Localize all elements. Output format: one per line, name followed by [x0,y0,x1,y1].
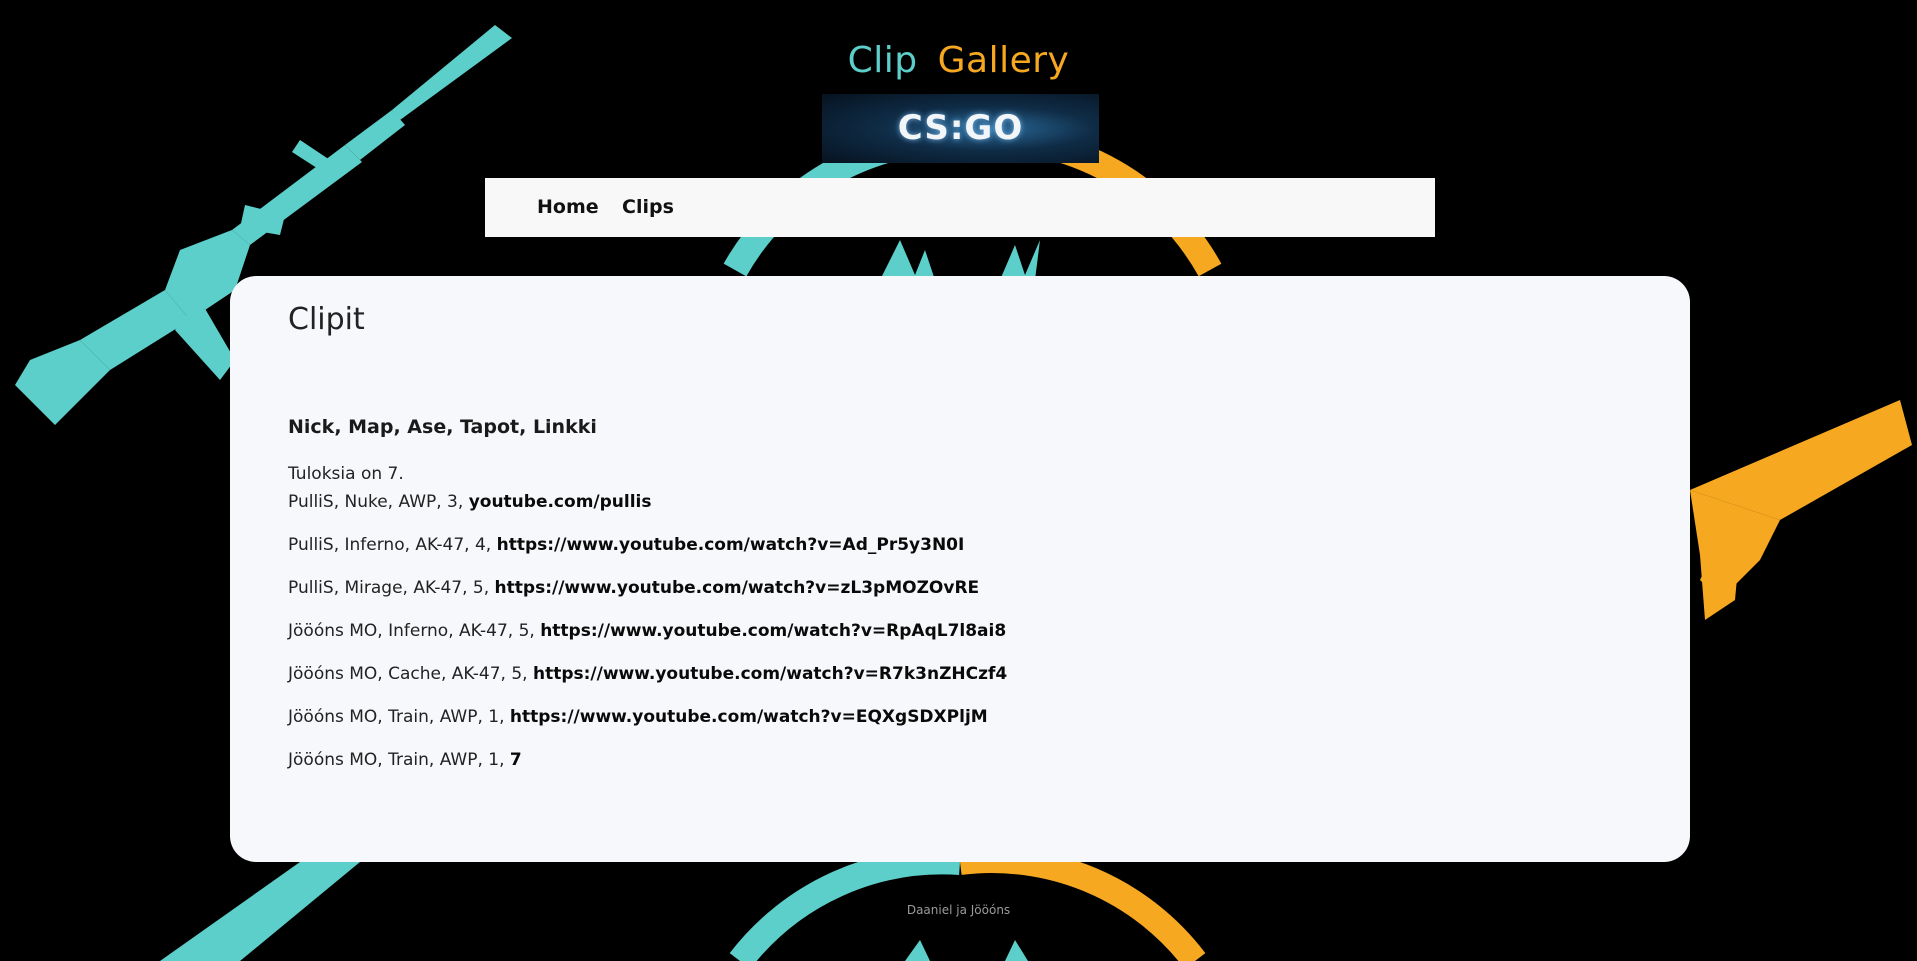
list-item: Jööóns MO, Inferno, AK-47, 5, https://ww… [288,617,1007,660]
list-item: PulliS, Mirage, AK-47, 5, https://www.yo… [288,574,1007,617]
site-title-gallery: Gallery [937,40,1070,81]
columns-heading: Nick, Map, Ase, Tapot, Linkki [288,416,597,438]
clip-details: Jööóns MO, Inferno, AK-47, 5, [288,621,541,641]
clip-details: Jööóns MO, Train, AWP, 1, [288,750,510,770]
clip-link[interactable]: https://www.youtube.com/watch?v=EQXgSDXP… [510,707,988,727]
nav-clips-link[interactable]: Clips [622,178,674,237]
clip-link[interactable]: youtube.com/pullis [469,492,652,512]
clip-details: Jööóns MO, Cache, AK-47, 5, [288,664,533,684]
clip-link[interactable]: https://www.youtube.com/watch?v=RpAqL7l8… [540,621,1006,641]
clips-list: Tuloksia on 7. PulliS, Nuke, AWP, 3, you… [288,460,1007,789]
result-count: Tuloksia on 7. [288,464,404,484]
csgo-logo-text: CS:GO [897,108,1024,148]
site-title: Clip Gallery [0,40,1917,81]
page-title: Clipit [288,302,365,337]
nav-home-link[interactable]: Home [537,178,599,237]
list-item: PulliS, Nuke, AWP, 3, youtube.com/pullis [288,488,1007,531]
clip-link[interactable]: https://www.youtube.com/watch?v=zL3pMOZO… [495,578,980,598]
clip-link[interactable]: https://www.youtube.com/watch?v=R7k3nZHC… [533,664,1007,684]
clips-card: Clipit Nick, Map, Ase, Tapot, Linkki Tul… [230,276,1690,862]
navbar: Home Clips [485,178,1435,237]
footer-credit: Daaniel ja Jööóns [906,903,1011,917]
list-item: PulliS, Inferno, AK-47, 4, https://www.y… [288,531,1007,574]
clip-details: PulliS, Nuke, AWP, 3, [288,492,469,512]
site-title-clip: Clip [847,40,918,81]
clip-link[interactable]: 7 [510,750,522,770]
clip-details: PulliS, Mirage, AK-47, 5, [288,578,495,598]
list-item: Jööóns MO, Cache, AK-47, 5, https://www.… [288,660,1007,703]
list-item: Jööóns MO, Train, AWP, 1, https://www.yo… [288,703,1007,746]
clip-details: PulliS, Inferno, AK-47, 4, [288,535,497,555]
csgo-logo: CS:GO [822,94,1099,163]
clip-details: Jööóns MO, Train, AWP, 1, [288,707,510,727]
list-item: Jööóns MO, Train, AWP, 1, 7 [288,746,1007,789]
clip-link[interactable]: https://www.youtube.com/watch?v=Ad_Pr5y3… [497,535,965,555]
ak47-rifle-icon [1690,400,1912,620]
